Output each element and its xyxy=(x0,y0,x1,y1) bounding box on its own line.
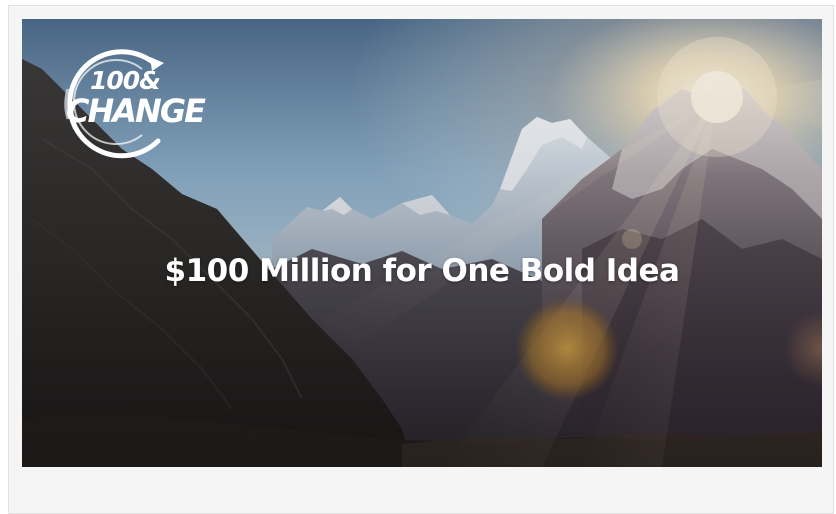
100-and-change-logo[interactable]: 100& CHANGE xyxy=(50,49,220,161)
promo-card: 100& CHANGE $100 Million for One Bold Id… xyxy=(8,5,834,514)
hero-banner[interactable]: 100& CHANGE $100 Million for One Bold Id… xyxy=(22,19,822,467)
logo-text-100-and: 100& xyxy=(90,66,161,95)
banner-headline: $100 Million for One Bold Idea xyxy=(164,253,680,289)
logo-text-change: CHANGE xyxy=(66,92,206,130)
